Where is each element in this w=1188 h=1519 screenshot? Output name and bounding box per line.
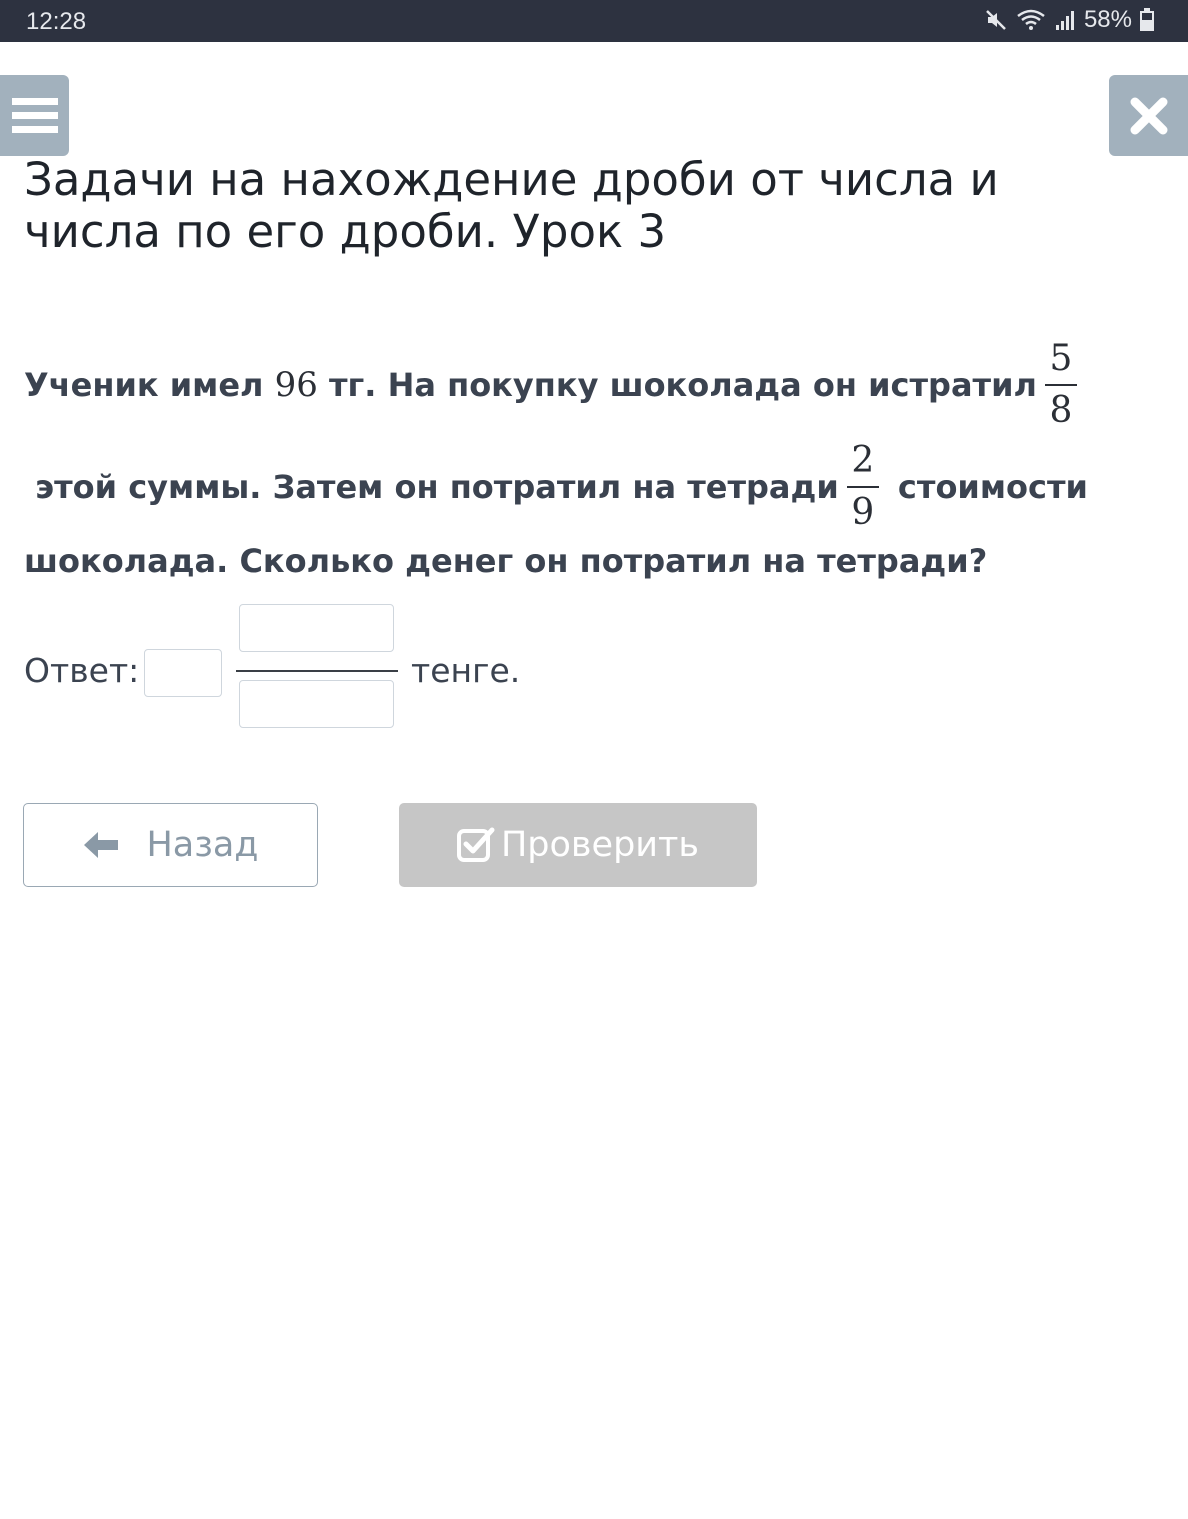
menu-button[interactable] — [0, 75, 69, 156]
task-line-1: Ученик имел 96 тг. На покупку шоколада о… — [24, 330, 1085, 440]
task-line-2: этой суммы. Затем он потратил на тетради… — [24, 432, 1088, 542]
checkbox-check-icon — [456, 827, 495, 862]
back-button-label: Назад — [146, 825, 259, 865]
wifi-icon — [1017, 9, 1045, 30]
amount-value: 96 — [274, 365, 318, 405]
back-button[interactable]: Назад — [23, 803, 318, 887]
task-line-3: шоколада. Сколько денег он потратил на т… — [24, 538, 987, 584]
status-icons: 58% — [984, 6, 1154, 34]
answer-row: Ответ: тенге. — [24, 604, 724, 728]
fraction-two-ninths: 2 9 — [846, 439, 879, 535]
close-icon — [1130, 97, 1167, 134]
fraction-denominator: 9 — [851, 492, 875, 533]
fraction-bar — [1044, 384, 1077, 386]
check-button-label: Проверить — [500, 825, 700, 865]
answer-numerator-input[interactable] — [239, 604, 394, 652]
signal-icon — [1055, 11, 1074, 30]
fraction-denominator: 8 — [1049, 390, 1073, 431]
fraction-five-eighths: 5 8 — [1044, 337, 1077, 433]
battery-percent: 58% — [1083, 6, 1132, 33]
answer-denominator-input[interactable] — [239, 680, 394, 728]
task-text-part: Ученик имел — [24, 366, 275, 404]
task-text-part: тг. На покупку шоколада он истратил — [317, 366, 1037, 404]
page-title: Задачи на нахождение дроби от числа и чи… — [24, 153, 999, 258]
fraction-numerator: 2 — [851, 440, 875, 481]
answer-label: Ответ: — [24, 651, 140, 690]
task-text-part: этой суммы. Затем он потратил на тетради — [24, 468, 839, 506]
answer-fraction-bar — [236, 670, 398, 672]
mute-icon — [986, 10, 1006, 30]
answer-whole-input[interactable] — [144, 649, 222, 697]
answer-unit: тенге. — [411, 651, 521, 690]
task-text-part: шоколада. Сколько денег он потратил на т… — [24, 542, 988, 580]
arrow-left-icon — [84, 832, 119, 858]
hamburger-menu-icon — [11, 97, 58, 133]
task-text-part: стоимости — [886, 468, 1088, 506]
fraction-numerator: 5 — [1049, 338, 1073, 379]
check-button[interactable]: Проверить — [399, 803, 757, 887]
fraction-bar — [846, 486, 879, 488]
status-bar: 12:28 58% — [0, 0, 1188, 42]
status-time: 12:28 — [26, 8, 87, 35]
close-button[interactable] — [1109, 75, 1188, 156]
battery-icon — [1140, 8, 1154, 31]
